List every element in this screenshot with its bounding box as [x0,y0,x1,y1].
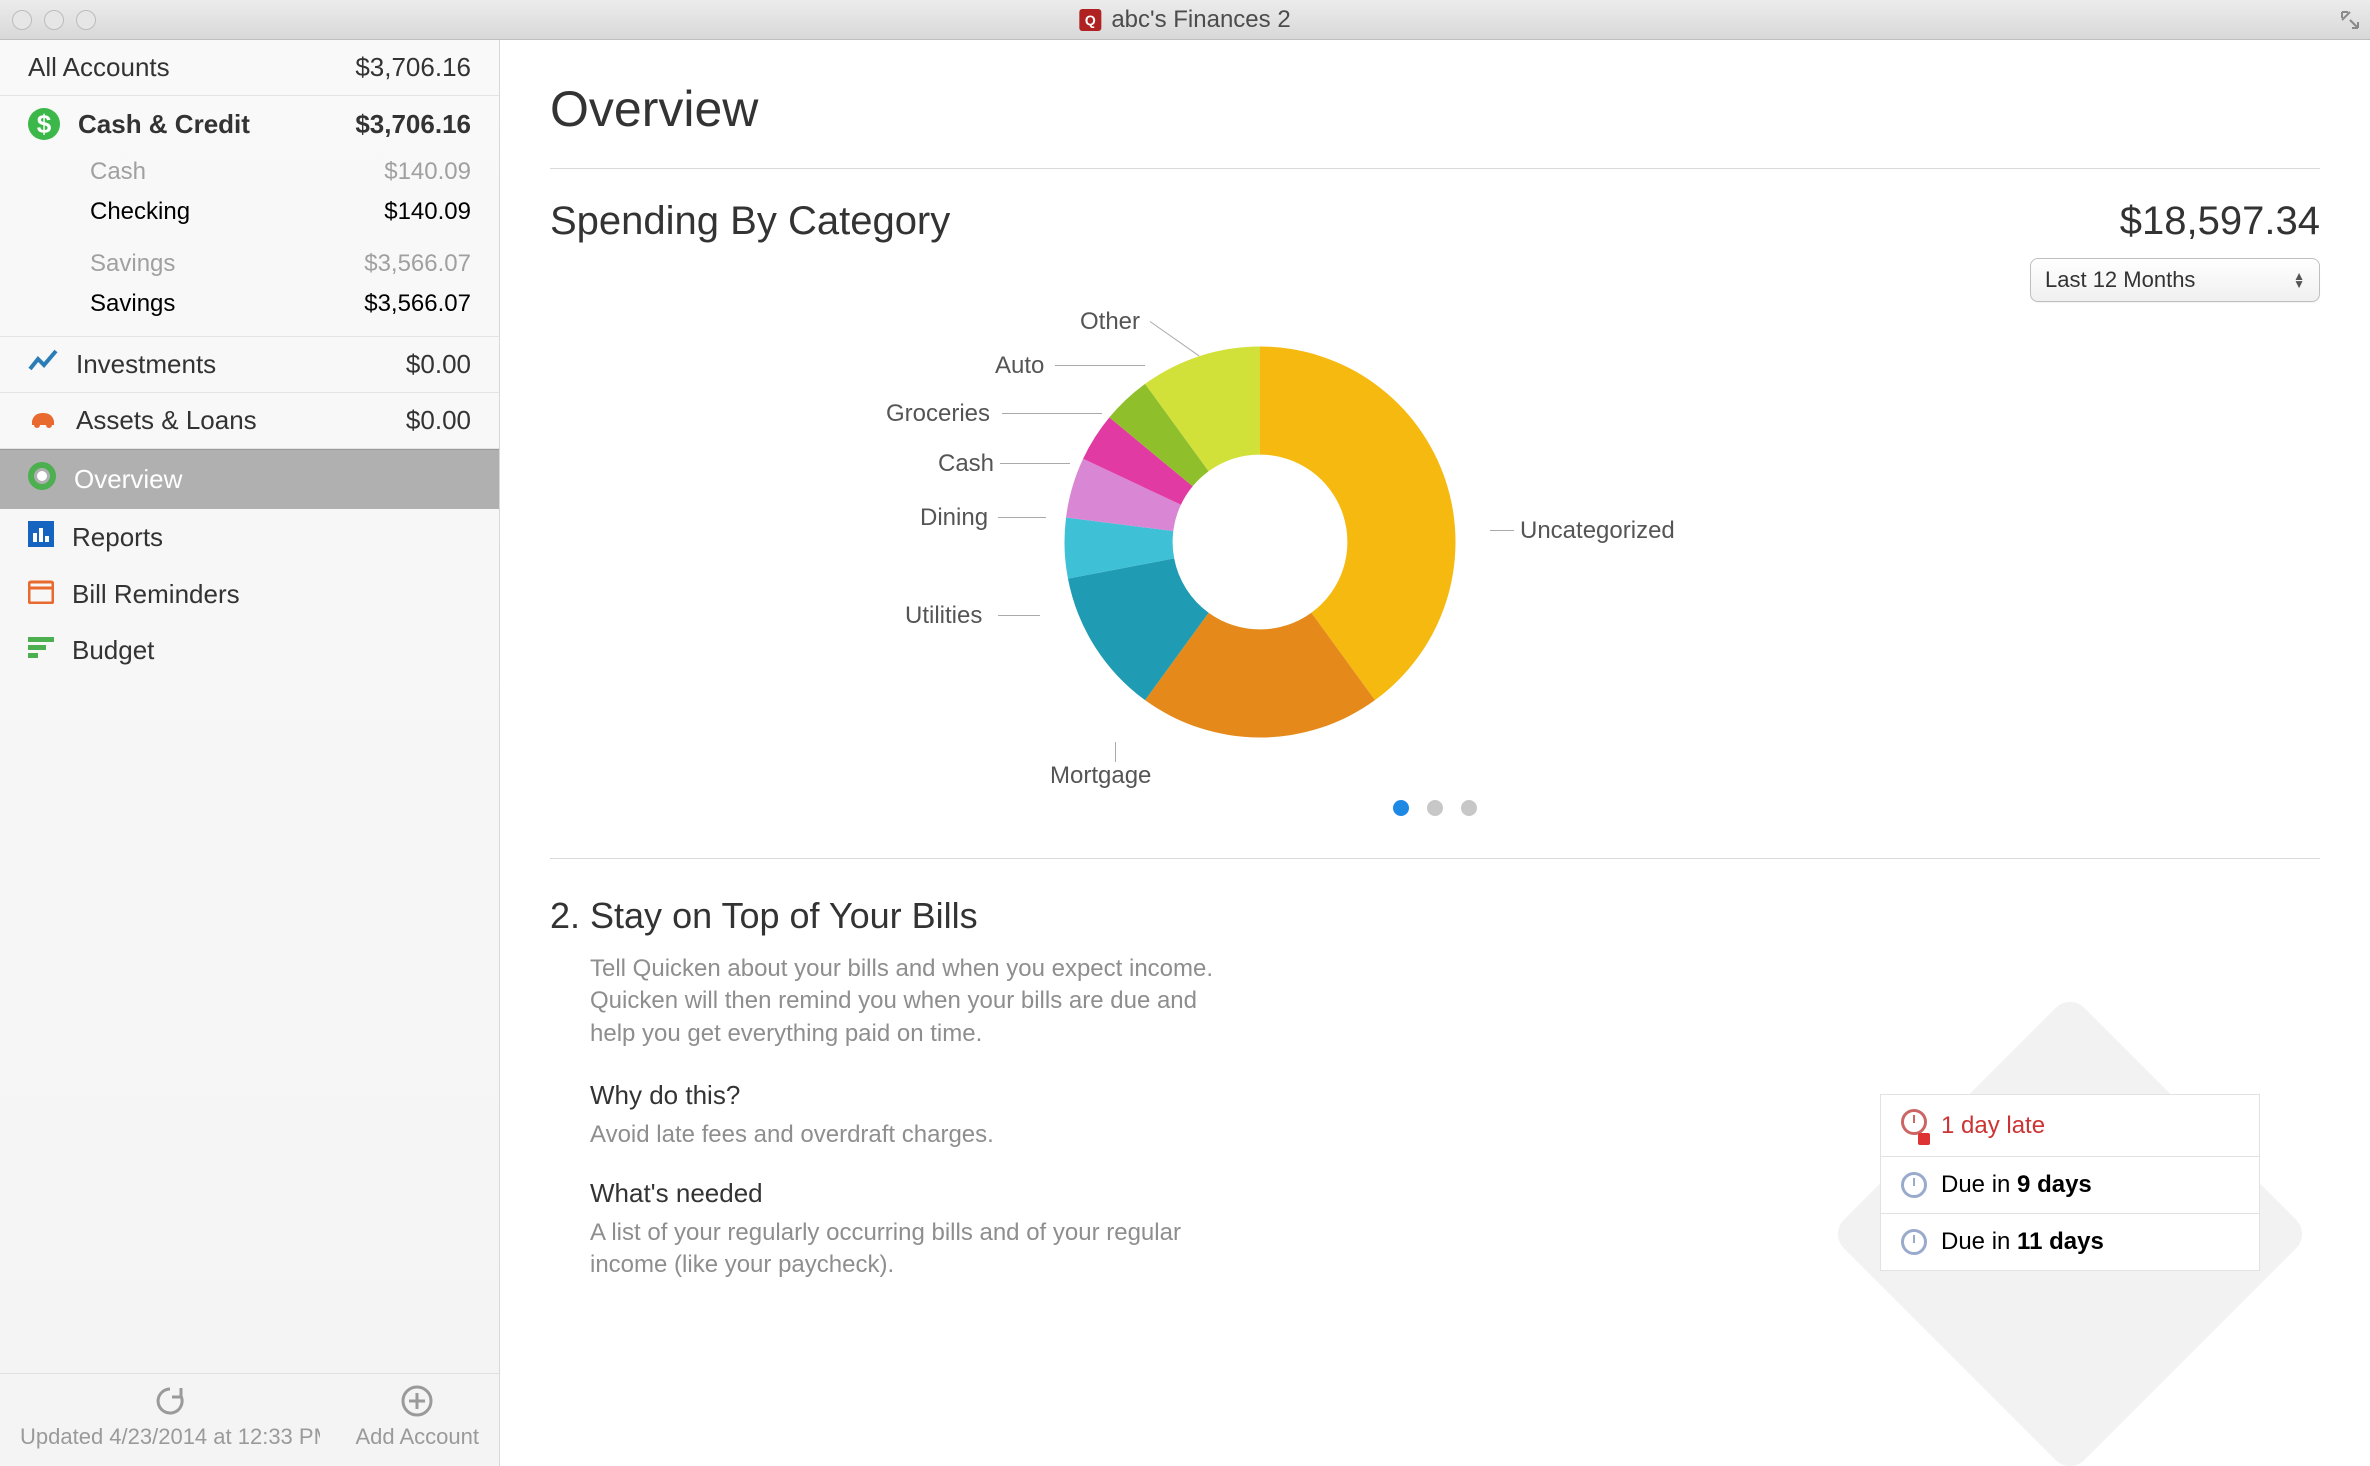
cash-credit-value: $3,706.16 [355,109,471,140]
window-titlebar: Q abc's Finances 2 [0,0,2370,40]
donut-chart[interactable] [1030,312,1490,772]
date-range-select[interactable]: Last 12 Months ▲▼ [2030,258,2320,302]
sidebar-checking[interactable]: Checking $140.09 [0,192,499,232]
sidebar-reports[interactable]: Reports [0,509,499,566]
chart-label-cash: Cash [938,450,994,478]
bills-preview: 1 day late Due in 9 days Due in 11 days [1880,1094,2260,1271]
sidebar-investments[interactable]: Investments $0.00 [0,337,499,393]
fullscreen-icon[interactable] [2340,10,2360,35]
calendar-icon [28,578,54,611]
sidebar-cash-credit[interactable]: $ Cash & Credit $3,706.16 [0,96,499,152]
cash-credit-label: Cash & Credit [78,109,250,140]
carousel-dot-1[interactable] [1393,800,1409,816]
select-arrows-icon: ▲▼ [2293,272,2305,288]
investments-icon [28,349,58,380]
sidebar-all-accounts[interactable]: All Accounts $3,706.16 [0,40,499,96]
zoom-window-button[interactable] [76,10,96,30]
chart-label-utilities: Utilities [905,602,982,630]
sidebar-overview[interactable]: Overview [0,449,499,509]
page-title: Overview [550,80,2320,138]
spending-title: Spending By Category [550,199,950,244]
updated-text: Updated 4/23/2014 at 12:33 PM [20,1424,320,1450]
chart-label-mortgage: Mortgage [1050,762,1151,790]
chart-label-groceries: Groceries [886,400,990,428]
minimize-window-button[interactable] [44,10,64,30]
carousel-dot-2[interactable] [1427,800,1443,816]
sidebar-savings[interactable]: Savings $3,566.07 [0,284,499,324]
chart-label-uncategorized: Uncategorized [1520,517,1675,545]
sidebar-cash-group[interactable]: Cash $140.09 [0,152,499,192]
car-icon [28,405,58,436]
bill-row-late: 1 day late [1880,1094,2260,1157]
clock-icon [1901,1172,1927,1198]
bills-section-title: 2. Stay on Top of Your Bills [550,895,2320,937]
clock-icon [1901,1229,1927,1255]
bills-why-text: Avoid late fees and overdraft charges. [590,1119,1230,1151]
bills-need-text: A list of your regularly occurring bills… [590,1217,1230,1282]
window-controls [12,10,96,30]
window-title: abc's Finances 2 [1111,6,1290,34]
sidebar-footer: Updated 4/23/2014 at 12:33 PM Add Accoun… [0,1373,499,1466]
sidebar-budget[interactable]: Budget [0,623,499,678]
spending-total: $18,597.34 [2030,199,2320,244]
main-content: Overview Spending By Category $18,597.34… [500,40,2370,1466]
sidebar-savings-group[interactable]: Savings $3,566.07 [0,244,499,284]
carousel-dots [550,800,2320,816]
spending-chart[interactable]: Uncategorized Mortgage Utilities Dining … [550,302,2320,792]
clock-late-icon [1901,1109,1927,1142]
bill-row-due-11: Due in 11 days [1880,1214,2260,1271]
bill-late-text: 1 day late [1941,1112,2045,1140]
all-accounts-value: $3,706.16 [355,52,471,83]
chart-label-dining: Dining [920,504,988,532]
chart-label-other: Other [1080,308,1140,336]
sidebar: All Accounts $3,706.16 $ Cash & Credit $… [0,40,500,1466]
all-accounts-label: All Accounts [28,52,170,83]
bills-section-desc: Tell Quicken about your bills and when y… [590,953,1230,1050]
bill-row-due-9: Due in 9 days [1880,1157,2260,1214]
refresh-icon[interactable] [153,1384,187,1418]
dollar-icon: $ [28,108,60,140]
app-badge-icon: Q [1079,9,1101,31]
sidebar-assets-loans[interactable]: Assets & Loans $0.00 [0,393,499,449]
add-account-icon[interactable] [400,1384,434,1418]
overview-icon [28,462,56,497]
carousel-dot-3[interactable] [1461,800,1477,816]
chart-label-auto: Auto [995,352,1044,380]
close-window-button[interactable] [12,10,32,30]
reports-icon [28,521,54,554]
budget-icon [28,635,54,666]
add-account-label[interactable]: Add Account [355,1424,479,1450]
sidebar-bill-reminders[interactable]: Bill Reminders [0,566,499,623]
date-range-value: Last 12 Months [2045,267,2195,293]
